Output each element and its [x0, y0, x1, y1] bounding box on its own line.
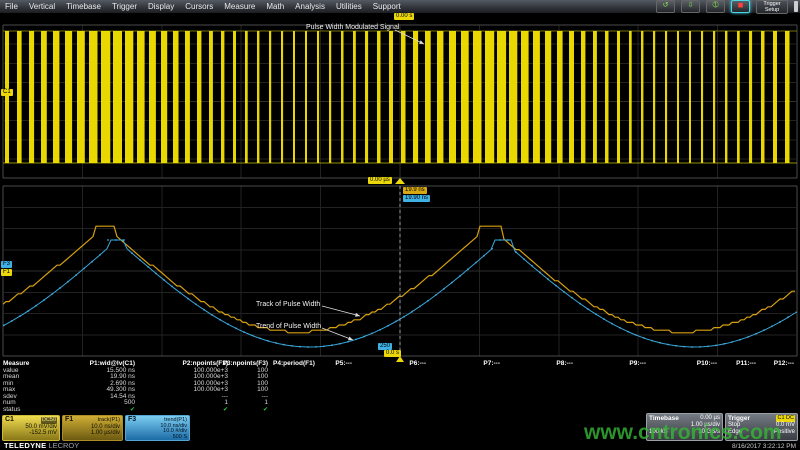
f3-descriptor-box[interactable]: F3 trend(P1) 10.0 ns/div 10.0 #/div 500 … — [125, 415, 190, 441]
c1-zero-marker[interactable]: C1 — [1, 89, 13, 96]
f3-cursor-readout-tag[interactable]: 19.90 ns — [403, 195, 430, 202]
measure-value: 1 — [138, 400, 228, 407]
brand-lecroy: LECROY — [48, 441, 79, 450]
c1-coupling-badge: DC50 — [41, 417, 57, 424]
trigger-delay-tag[interactable]: 0.00 µs — [368, 177, 392, 184]
watermark: www.cntronics.com — [584, 421, 782, 445]
measure-table: MeasureP1:wid@lv(C1)P2:npoints(F1)P3:npo… — [0, 359, 800, 415]
measure-value: 100.000e+3 — [138, 387, 228, 394]
measure-param-header[interactable]: P7:--- — [460, 361, 500, 368]
measure-param-header[interactable]: P12:--- — [754, 361, 794, 368]
measure-param-header[interactable]: P10:--- — [677, 361, 717, 368]
brand-logo: TELEDYNELECROY — [4, 441, 79, 450]
f3-samples: 500 S — [128, 435, 187, 441]
cursor-position-tag-yellow[interactable]: 0.0 s — [384, 350, 401, 357]
annotation-trend: Trend of Pulse Width — [256, 323, 321, 330]
measure-param-header[interactable]: P9:--- — [606, 361, 646, 368]
trigger-time-tag[interactable]: 0.00 s — [394, 13, 414, 20]
f1-hdiv: 1.00 µs/div — [65, 430, 120, 437]
f1-label: F1 — [65, 417, 73, 424]
measure-param-header[interactable]: P11:--- — [716, 361, 756, 368]
measure-param-header[interactable]: P6:--- — [386, 361, 426, 368]
measure-value: 1 — [220, 400, 268, 407]
f1-function-title: track(P1) — [98, 417, 120, 424]
c1-label: C1 — [5, 417, 14, 424]
measure-value: 500 — [60, 400, 135, 407]
measure-status-check: ✔ — [138, 407, 228, 414]
measure-status-check: ✔ — [220, 407, 268, 414]
f3-label: F3 — [128, 417, 136, 424]
measure-value: --- — [138, 394, 228, 401]
measure-param-header[interactable]: P5:--- — [312, 361, 352, 368]
f1-cursor-readout-tag[interactable]: 19.9 ns — [403, 187, 427, 194]
annotation-track: Track of Pulse Width — [256, 301, 320, 308]
measure-param-header[interactable]: P8:--- — [533, 361, 573, 368]
f1-descriptor-box[interactable]: F1 track(P1) 10.0 ns/div 1.00 µs/div — [62, 415, 123, 441]
annotation-pwm-signal: Pulse Width Modulated Signal — [306, 24, 399, 31]
brand-teledyne: TELEDYNE — [4, 441, 46, 450]
c1-descriptor-box[interactable]: C1 DC50 50.0 mV/div -152.5 mV — [2, 415, 60, 441]
f3-zero-marker[interactable]: F3 — [1, 261, 12, 268]
c1-offset: -152.5 mV — [5, 430, 57, 437]
measure-row-label: status — [3, 407, 58, 414]
cursor-position-tag-cyan[interactable]: 250 — [378, 343, 392, 350]
oscilloscope-screen: { "menu": { "items": ["File","Vertical",… — [0, 0, 800, 450]
measure-status-check: ✔ — [60, 407, 135, 414]
f1-zero-marker[interactable]: F1 — [1, 269, 12, 276]
